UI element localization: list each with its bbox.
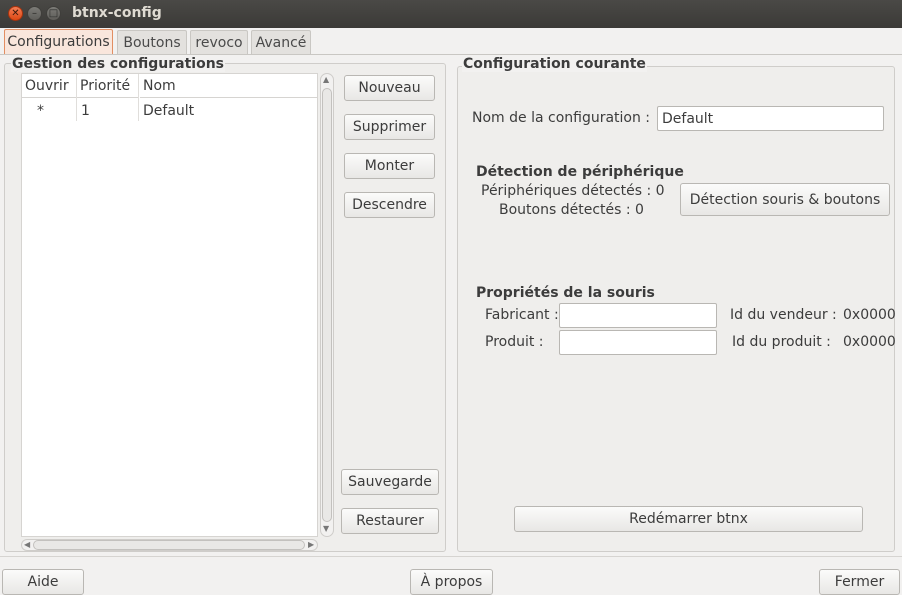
maximize-window-button[interactable]: □ (46, 6, 61, 21)
tab-revoco[interactable]: revoco (190, 30, 248, 55)
row-priority-cell: 1 (81, 103, 90, 119)
detect-mouse-buttons-button[interactable]: Détection souris & boutons (680, 183, 890, 216)
maker-label: Fabricant : (485, 307, 559, 323)
vertical-scroll-thumb[interactable] (322, 88, 332, 522)
delete-config-button[interactable]: Supprimer (344, 114, 435, 140)
buttons-detected-label: Boutons détectés : 0 (499, 202, 644, 218)
tab-configurations[interactable]: Configurations (4, 29, 113, 55)
footer-divider (0, 556, 902, 557)
scroll-right-arrow-icon[interactable]: ▶ (308, 540, 314, 549)
scroll-left-arrow-icon[interactable]: ◀ (24, 540, 30, 549)
tab-avance[interactable]: Avancé (251, 30, 311, 55)
column-header-open[interactable]: Ouvrir (22, 74, 76, 98)
horizontal-scroll-thumb[interactable] (33, 540, 305, 550)
vendor-id-label: Id du vendeur : (730, 307, 837, 323)
maker-field[interactable] (559, 303, 717, 328)
product-id-label: Id du produit : (732, 334, 831, 350)
devices-detected-label: Périphériques détectés : 0 (481, 183, 665, 199)
config-management-title: Gestion des configurations (11, 56, 226, 72)
mouse-properties-title: Propriétés de la souris (476, 285, 655, 301)
product-id-value: 0x0000 (843, 334, 896, 350)
tab-divider (0, 54, 902, 55)
tab-boutons[interactable]: Boutons (117, 30, 187, 55)
scroll-down-arrow-icon[interactable]: ▼ (323, 524, 329, 533)
table-row[interactable]: * 1 Default (22, 99, 317, 123)
column-header-priority[interactable]: Priorité (77, 74, 139, 98)
restart-btnx-button[interactable]: Redémarrer btnx (514, 506, 863, 532)
current-config-title: Configuration courante (462, 56, 647, 72)
config-list[interactable]: Ouvrir Priorité Nom * 1 Default (21, 73, 318, 537)
row-name-cell: Default (143, 103, 195, 119)
vendor-id-value: 0x0000 (843, 307, 896, 323)
product-label: Produit : (485, 334, 544, 350)
close-button[interactable]: Fermer (819, 569, 900, 595)
row-open-cell: * (37, 103, 44, 119)
save-button[interactable]: Sauvegarde (341, 469, 439, 495)
device-detection-title: Détection de périphérique (476, 164, 684, 180)
minimize-window-button[interactable]: – (27, 6, 42, 21)
maximize-icon: □ (48, 7, 59, 19)
window-title: btnx-config (72, 5, 162, 21)
product-field[interactable] (559, 330, 717, 355)
restore-button[interactable]: Restaurer (341, 508, 439, 534)
move-up-button[interactable]: Monter (344, 153, 435, 179)
close-window-button[interactable]: ✕ (8, 6, 23, 21)
column-header-name[interactable]: Nom (140, 74, 317, 98)
scroll-up-arrow-icon[interactable]: ▲ (323, 75, 329, 84)
move-down-button[interactable]: Descendre (344, 192, 435, 218)
help-button[interactable]: Aide (2, 569, 84, 595)
minimize-icon: – (32, 7, 37, 19)
new-config-button[interactable]: Nouveau (344, 75, 435, 101)
close-icon: ✕ (11, 7, 20, 19)
about-button[interactable]: À propos (410, 569, 493, 595)
config-name-label: Nom de la configuration : (472, 110, 651, 126)
config-name-field[interactable]: Default (657, 106, 884, 131)
